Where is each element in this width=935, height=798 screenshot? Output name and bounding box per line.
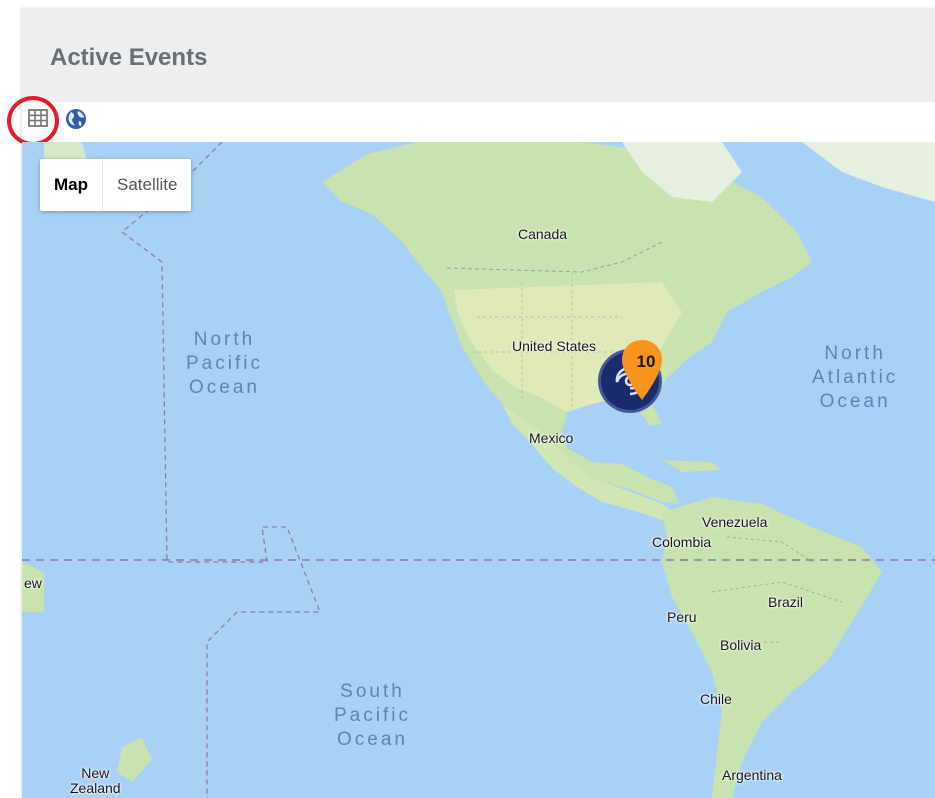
events-map[interactable]: Map Satellite Canada United States Mexic…	[22, 142, 935, 798]
panel-title: Active Events	[50, 44, 208, 71]
label-brazil: Brazil	[768, 594, 804, 610]
label-colombia: Colombia	[652, 534, 712, 550]
ocean-north-pacific: North Pacific Ocean	[186, 329, 263, 398]
highlight-circle	[7, 96, 59, 146]
label-cut-off: ew	[24, 575, 42, 591]
event-count: 10	[636, 352, 656, 371]
label-argentina: Argentina	[722, 767, 782, 783]
label-peru: Peru	[667, 609, 697, 625]
label-new-zealand: New Zealand	[70, 765, 121, 796]
map-base	[22, 142, 935, 798]
map-type-satellite-button[interactable]: Satellite	[103, 159, 191, 211]
view-toolbar	[7, 96, 935, 146]
globe-icon[interactable]	[65, 108, 87, 130]
map-type-map-button[interactable]: Map	[40, 159, 103, 211]
label-canada: Canada	[518, 226, 568, 242]
ocean-north-atlantic: North Atlantic Ocean	[812, 343, 899, 412]
label-mexico: Mexico	[529, 430, 574, 446]
label-united-states: United States	[512, 338, 597, 354]
active-events-panel: Active Events Map Satellite Canada Unite…	[7, 8, 935, 798]
ocean-south-pacific: South Pacific Ocean	[334, 681, 411, 750]
label-venezuela: Venezuela	[702, 514, 768, 530]
label-chile: Chile	[700, 691, 732, 707]
label-bolivia: Bolivia	[720, 637, 762, 653]
map-type-control: Map Satellite	[40, 159, 192, 211]
panel-header: Active Events	[22, 8, 935, 102]
